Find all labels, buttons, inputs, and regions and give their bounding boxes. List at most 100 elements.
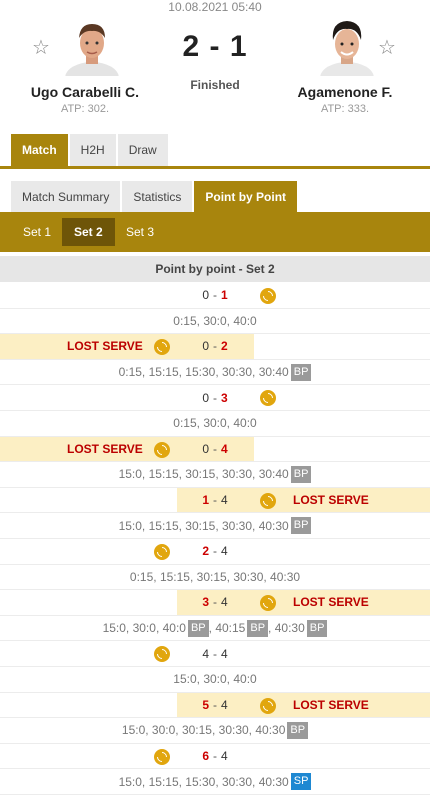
tennis-ball-icon [154, 543, 170, 560]
point-sequence: 0:15, 30:0, 40:0 [173, 416, 257, 431]
tab-h2h[interactable]: H2H [69, 134, 116, 166]
home-games: 3 [202, 595, 209, 610]
home-games: 0 [202, 390, 209, 405]
points-row: 15:0, 15:15, 15:30, 30:30, 40:30 SP [0, 769, 430, 795]
score-separator: - [213, 595, 217, 610]
game-row: LOST SERVE 1-4 [0, 487, 430, 514]
away-games: 4 [221, 697, 228, 712]
point-sequence: 15:0, 30:0, 30:15, 30:30, 40:30 [121, 723, 286, 738]
away-player-name[interactable]: Agamenone F. [270, 84, 420, 100]
point-sequence: 15:0, 30:0, 40:0 [173, 672, 257, 687]
game-row: LOST SERVE 0-4 [0, 436, 430, 463]
break-point-badge: BP [247, 619, 269, 637]
lost-serve-label: LOST SERVE [293, 595, 369, 610]
game-row: LOST SERVE 0-2 [0, 334, 430, 360]
tab-draw[interactable]: Draw [117, 134, 168, 166]
tab-point-by-point[interactable]: Point by Point [194, 181, 298, 213]
home-games: 0 [202, 288, 209, 303]
favorite-away-star-icon[interactable]: ☆ [378, 38, 396, 58]
away-player-avatar[interactable] [317, 16, 377, 76]
score-separator: - [213, 697, 217, 712]
home-games: 6 [202, 748, 209, 763]
home-player-avatar[interactable] [62, 16, 122, 76]
game-score: 6-4 [175, 744, 255, 769]
game-row: 0-3 [0, 385, 430, 411]
break-point-badge: BP [287, 721, 309, 739]
score-separator: - [213, 390, 217, 405]
points-row: 15:0, 30:0, 40:0 BP, 40:15 BP, 40:30 BP [0, 616, 430, 642]
tennis-ball-icon [154, 646, 170, 663]
game-score: 5-4 [175, 693, 255, 718]
away-games: 4 [221, 544, 228, 559]
score-separator: - [213, 288, 217, 303]
score-separator: - [213, 493, 217, 508]
break-point-badge: BP [187, 619, 209, 637]
break-point-badge: BP [290, 465, 312, 483]
point-sequence: , 40:30 [268, 621, 305, 636]
home-player-name[interactable]: Ugo Carabelli C. [10, 84, 160, 100]
score-separator: - [213, 339, 217, 354]
score-separator: - [213, 646, 217, 661]
home-games: 2 [202, 544, 209, 559]
point-sequence: 0:15, 15:15, 15:30, 30:30, 30:40 [118, 365, 289, 380]
game-score: 4-4 [175, 641, 255, 666]
tab-statistics[interactable]: Statistics [122, 181, 193, 213]
game-score: 3-4 [175, 590, 255, 615]
away-games: 4 [221, 646, 228, 661]
score-separator: - [213, 544, 217, 559]
home-games: 0 [202, 339, 209, 354]
main-tabs: Match H2H Draw [11, 134, 168, 166]
away-player-rank: ATP: 333. [320, 103, 370, 115]
break-point-badge: BP [290, 363, 312, 381]
match-score: 2 - 1 [182, 30, 248, 63]
tennis-ball-icon [260, 288, 276, 304]
match-status: Finished [190, 78, 240, 92]
lost-serve-label: LOST SERVE [67, 339, 143, 354]
score-separator: - [213, 441, 217, 456]
tab-set-2[interactable]: Set 2 [62, 218, 115, 246]
sub-tabs: Match Summary Statistics Point by Point [11, 181, 298, 213]
away-games: 4 [221, 595, 228, 610]
break-point-badge: BP [290, 517, 312, 535]
away-games: 3 [221, 390, 228, 405]
lost-serve-label: LOST SERVE [293, 493, 369, 508]
tennis-ball-icon [260, 390, 276, 407]
tab-underline [0, 166, 430, 169]
game-score: 1-4 [175, 488, 255, 513]
game-row: 2-4 [0, 539, 430, 565]
match-header: 10.08.2021 05:40 ☆ 2 - 1 Finished ☆ Ugo … [0, 0, 430, 125]
tennis-ball-icon [154, 748, 170, 765]
point-sequence: 15:0, 30:0, 40:0 [102, 621, 186, 636]
points-row: 15:0, 15:15, 30:15, 30:30, 30:40 BP [0, 462, 430, 488]
score-separator: - [213, 748, 217, 763]
points-row: 0:15, 15:15, 30:15, 30:30, 40:30 [0, 565, 430, 591]
game-score: 2-4 [175, 539, 255, 564]
section-title: Point by point - Set 2 [0, 256, 430, 282]
set-point-badge: SP [290, 773, 312, 791]
game-score: 0-4 [175, 437, 255, 462]
home-games: 1 [202, 493, 209, 508]
away-games: 1 [221, 288, 228, 303]
tab-match[interactable]: Match [11, 134, 68, 166]
home-games: 5 [202, 697, 209, 712]
tab-set-1[interactable]: Set 1 [11, 218, 63, 246]
points-row: 15:0, 30:0, 30:15, 30:30, 40:30 BP [0, 718, 430, 744]
tab-match-summary[interactable]: Match Summary [11, 181, 121, 213]
set-selector: Set 1 Set 2 Set 3 [0, 212, 430, 252]
lost-serve-label: LOST SERVE [293, 697, 369, 712]
tennis-ball-icon [260, 697, 276, 714]
point-sequence: 0:15, 30:0, 40:0 [173, 313, 257, 328]
tennis-ball-icon [154, 441, 170, 458]
tab-set-3[interactable]: Set 3 [114, 218, 166, 246]
home-games: 0 [202, 441, 209, 456]
points-row: 15:0, 15:15, 30:15, 30:30, 40:30 BP [0, 513, 430, 539]
points-row: 0:15, 30:0, 40:0 [0, 411, 430, 437]
game-row: 0-1 [0, 283, 430, 309]
home-games: 4 [202, 646, 209, 661]
away-games: 2 [221, 339, 228, 354]
favorite-home-star-icon[interactable]: ☆ [32, 38, 50, 58]
game-row: LOST SERVE 5-4 [0, 692, 430, 719]
home-player-rank: ATP: 302. [60, 103, 110, 115]
points-row: 0:15, 15:15, 15:30, 30:30, 30:40 BP [0, 360, 430, 386]
game-row: 6-4 [0, 744, 430, 770]
